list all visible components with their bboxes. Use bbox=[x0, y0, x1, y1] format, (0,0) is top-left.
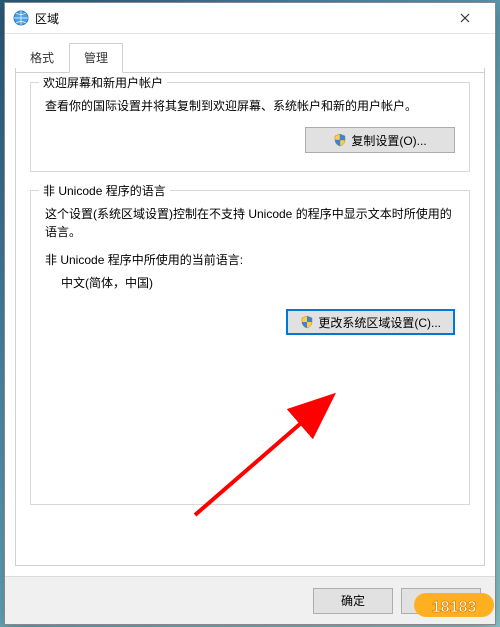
window-title: 区域 bbox=[35, 10, 442, 27]
group-nonunicode-legend: 非 Unicode 程序的语言 bbox=[39, 182, 170, 199]
current-language-label: 非 Unicode 程序中所使用的当前语言: bbox=[45, 251, 455, 268]
group-welcome: 欢迎屏幕和新用户帐户 查看你的国际设置并将其复制到欢迎屏幕、系统帐户和新的用户帐… bbox=[30, 82, 470, 172]
copy-settings-button[interactable]: 复制设置(O)... bbox=[305, 127, 455, 153]
change-locale-label: 更改系统区域设置(C)... bbox=[318, 314, 441, 331]
group-nonunicode: 非 Unicode 程序的语言 这个设置(系统区域设置)控制在不支持 Unico… bbox=[30, 190, 470, 505]
shield-icon bbox=[300, 315, 314, 329]
change-locale-button[interactable]: 更改系统区域设置(C)... bbox=[286, 309, 455, 335]
close-icon bbox=[460, 10, 470, 26]
group-welcome-legend: 欢迎屏幕和新用户帐户 bbox=[39, 74, 167, 91]
close-button[interactable] bbox=[442, 3, 487, 33]
group-welcome-desc: 查看你的国际设置并将其复制到欢迎屏幕、系统帐户和新的用户帐户。 bbox=[45, 97, 455, 115]
ok-button[interactable]: 确定 bbox=[313, 588, 393, 614]
cancel-button[interactable]: 取消 bbox=[401, 588, 481, 614]
titlebar: 区域 bbox=[5, 3, 495, 33]
tab-panel-admin: 欢迎屏幕和新用户帐户 查看你的国际设置并将其复制到欢迎屏幕、系统帐户和新的用户帐… bbox=[15, 68, 485, 566]
copy-settings-label: 复制设置(O)... bbox=[351, 132, 426, 149]
current-language-value: 中文(简体，中国) bbox=[45, 274, 455, 291]
dialog-footer: 确定 取消 bbox=[5, 576, 495, 624]
group-nonunicode-desc: 这个设置(系统区域设置)控制在不支持 Unicode 的程序中显示文本时所使用的… bbox=[45, 205, 455, 241]
shield-icon bbox=[333, 133, 347, 147]
region-dialog: 区域 格式 管理 欢迎屏幕和新用户帐户 查看你的国际设置并将其复制到欢迎屏幕、系… bbox=[4, 2, 496, 625]
globe-icon bbox=[13, 10, 29, 26]
content-area: 格式 管理 欢迎屏幕和新用户帐户 查看你的国际设置并将其复制到欢迎屏幕、系统帐户… bbox=[5, 34, 495, 576]
